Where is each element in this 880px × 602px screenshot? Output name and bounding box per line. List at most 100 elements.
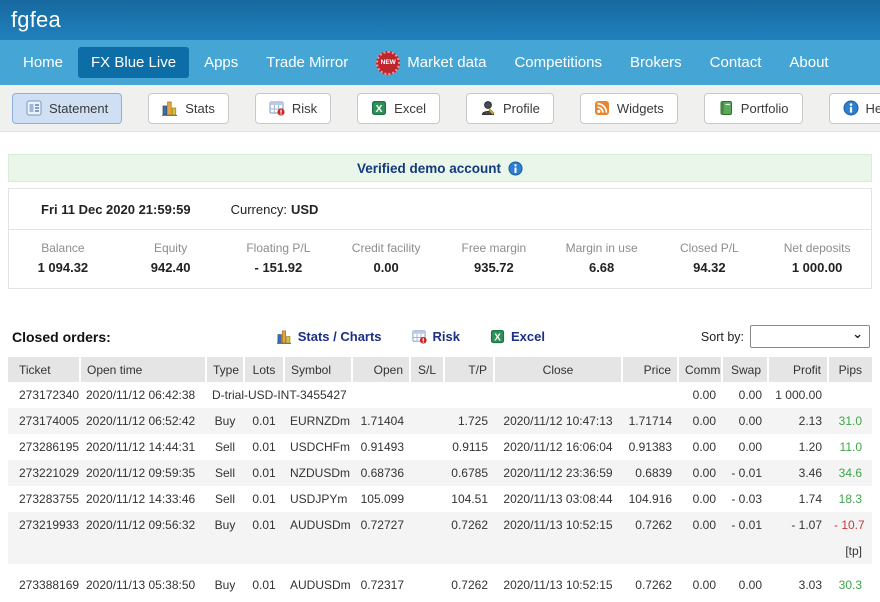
account-summary: Balance 1 094.32 Equity 942.40 Floating … — [9, 230, 871, 288]
excel-icon — [371, 100, 387, 116]
cell-ticket: 273286195 — [8, 434, 80, 460]
cell-tp: 1.725 — [444, 408, 494, 434]
widgets-button[interactable]: Widgets — [580, 93, 678, 124]
nav-item-apps[interactable]: Apps — [191, 47, 251, 78]
portfolio-button[interactable]: Portfolio — [704, 93, 803, 124]
cell-symbol: AUDUSDm — [284, 512, 352, 538]
cell-comm: 0.00 — [678, 486, 722, 512]
cell-symbol: NZDUSDm — [284, 460, 352, 486]
cell-profit: 1.20 — [768, 434, 828, 460]
cell-empty — [8, 538, 828, 564]
main-nav: Home FX Blue Live Apps Trade Mirror NEW … — [0, 40, 880, 85]
cell-comm: 0.00 — [678, 572, 722, 598]
currency: Currency:USD — [231, 202, 319, 217]
nav-item-home[interactable]: Home — [10, 47, 76, 78]
cell-sl — [410, 434, 444, 460]
cell-type: Sell — [206, 434, 244, 460]
cell-open: 1.71404 — [352, 408, 410, 434]
nav-item-trade-mirror[interactable]: Trade Mirror — [253, 47, 361, 78]
nav-item-competitions[interactable]: Competitions — [501, 47, 615, 78]
table-row — [8, 564, 872, 572]
closed-orders-bar: Closed orders: Stats / Charts Risk Excel… — [8, 325, 872, 348]
col-close: Close — [494, 357, 622, 382]
cell-ticket: 273174005 — [8, 408, 80, 434]
currency-value: USD — [291, 202, 318, 217]
help-icon — [843, 100, 859, 116]
new-badge-icon: NEW — [376, 51, 400, 75]
profile-button[interactable]: Profile — [466, 93, 554, 124]
cell-comm: 0.00 — [678, 382, 722, 408]
cell-close: 2020/11/13 03:08:44 — [494, 486, 622, 512]
cell-empty — [8, 598, 828, 602]
cell-sl — [410, 460, 444, 486]
cell-open-time: 2020/11/12 06:42:38 — [80, 382, 206, 408]
cell-lots: 0.01 — [244, 486, 284, 512]
cell-type: Buy — [206, 408, 244, 434]
statement-button[interactable]: Statement — [12, 93, 122, 124]
excel-icon — [490, 329, 505, 344]
risk-button[interactable]: Risk — [255, 93, 331, 124]
toolbar: Statement Stats Risk Excel Profile Widge… — [0, 85, 880, 132]
summary-balance: Balance 1 094.32 — [9, 241, 117, 275]
info-icon[interactable] — [508, 161, 523, 176]
cell-price: 104.916 — [622, 486, 678, 512]
cell-profit: 3.03 — [768, 572, 828, 598]
summary-equity: Equity 942.40 — [117, 241, 225, 275]
cell-swap: 0.00 — [722, 408, 768, 434]
sort-by-select[interactable] — [750, 325, 870, 348]
cell-profit: 1.74 — [768, 486, 828, 512]
nav-item-fx-blue-live[interactable]: FX Blue Live — [78, 47, 189, 78]
cell-open: 105.099 — [352, 486, 410, 512]
table-row: [tp] — [8, 538, 872, 564]
statement-datetime: Fri 11 Dec 2020 21:59:59 — [41, 202, 191, 217]
risk-link[interactable]: Risk — [412, 329, 460, 344]
cell-lots: 0.01 — [244, 512, 284, 538]
cell-swap: 0.00 — [722, 572, 768, 598]
widgets-icon — [594, 100, 610, 116]
table-row: 2732199332020/11/12 09:56:32Buy0.01AUDUS… — [8, 512, 872, 538]
spacer-cell — [8, 564, 872, 572]
table-row: 2732210292020/11/12 09:59:35Sell0.01NZDU… — [8, 460, 872, 486]
cell-pips: - 10.7 — [828, 512, 872, 538]
col-tp: T/P — [444, 357, 494, 382]
stats-button[interactable]: Stats — [148, 93, 229, 124]
cell-ticket: 273283755 — [8, 486, 80, 512]
statement-icon — [26, 100, 42, 116]
cell-pips: 34.6 — [828, 460, 872, 486]
cell-type: Sell — [206, 486, 244, 512]
cell-comm: 0.00 — [678, 460, 722, 486]
excel-link[interactable]: Excel — [490, 329, 545, 344]
cell-profit: 3.46 — [768, 460, 828, 486]
sort-by-group: Sort by: ⌄ — [701, 325, 870, 348]
cell-symbol: USDJPYm — [284, 486, 352, 512]
account-box: Fri 11 Dec 2020 21:59:59 Currency:USD Ba… — [8, 188, 872, 289]
nav-item-about[interactable]: About — [776, 47, 841, 78]
cell-open: 0.72317 — [352, 572, 410, 598]
cell-pips: 31.0 — [828, 408, 872, 434]
cell-pips: 30.3 — [828, 572, 872, 598]
col-open-time: Open time — [80, 357, 206, 382]
nav-item-market-data[interactable]: NEW Market data — [363, 44, 499, 82]
risk-icon — [412, 329, 427, 344]
cell-type: Sell — [206, 460, 244, 486]
cell-symbol: EURNZDm — [284, 408, 352, 434]
cell-price: 0.91383 — [622, 434, 678, 460]
cell-swap: 0.00 — [722, 382, 768, 408]
stats-charts-link[interactable]: Stats / Charts — [277, 329, 382, 344]
cell-type: Buy — [206, 512, 244, 538]
closed-orders-title: Closed orders: — [12, 329, 111, 345]
cell-lots: 0.01 — [244, 408, 284, 434]
col-comm: Comm — [678, 357, 722, 382]
col-open: Open — [352, 357, 410, 382]
nav-item-brokers[interactable]: Brokers — [617, 47, 695, 78]
col-sl: S/L — [410, 357, 444, 382]
cell-symbol: USDCHFm — [284, 434, 352, 460]
cell-sl — [410, 572, 444, 598]
help-button[interactable]: Help — [829, 93, 880, 124]
nav-item-contact[interactable]: Contact — [697, 47, 775, 78]
cell-comm: 0.00 — [678, 434, 722, 460]
cell-pips: 18.3 — [828, 486, 872, 512]
summary-margin-in-use: Margin in use 6.68 — [548, 241, 656, 275]
excel-button[interactable]: Excel — [357, 93, 440, 124]
cell-tp: 0.7262 — [444, 572, 494, 598]
